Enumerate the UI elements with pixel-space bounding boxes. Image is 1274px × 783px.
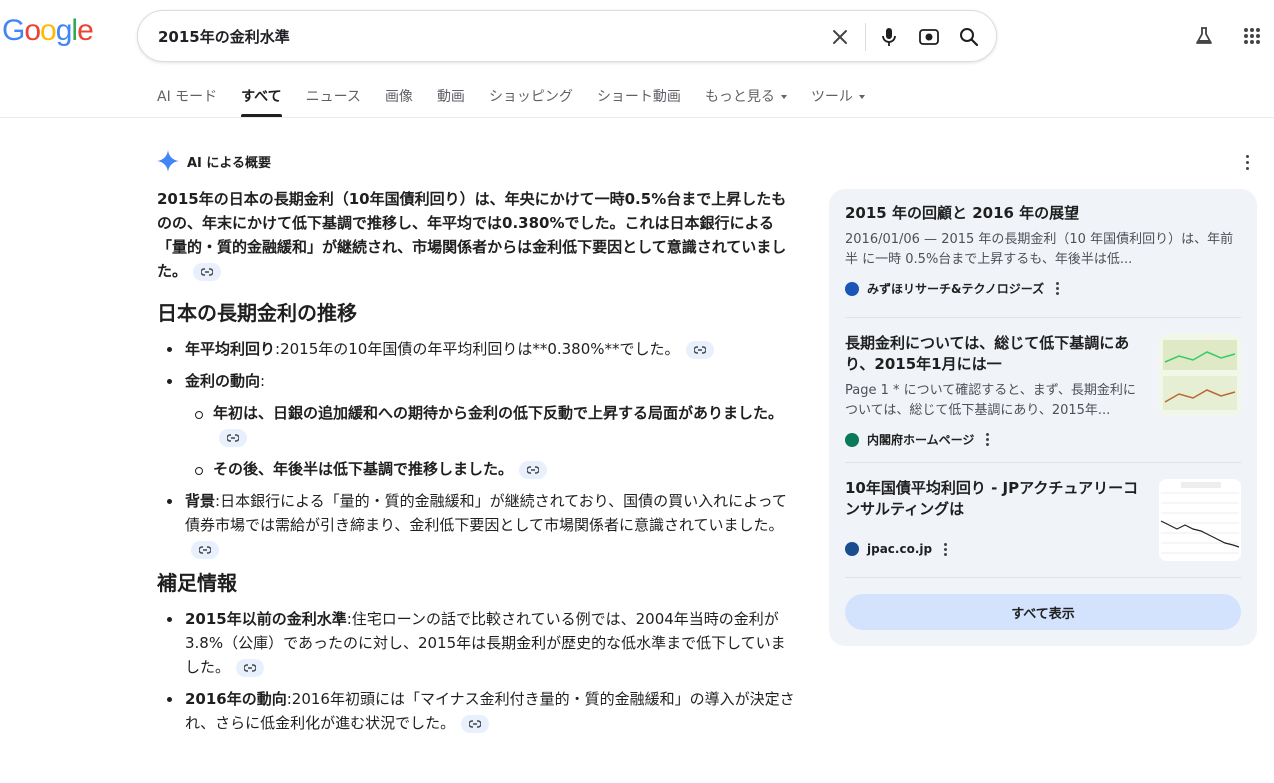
link-icon[interactable] [219,428,247,447]
section-heading: 日本の長期金利の推移 [157,301,357,325]
item-label: 2016年の動向 [185,690,287,708]
search-box[interactable]: 2015年の金利水準 [137,10,997,62]
sub-list-item: その後、年後半は低下基調で推移しました。 [185,457,797,481]
cabinet-office-favicon-icon [845,432,859,447]
section2-list: 2015年以前の金利水準:住宅ローンの話で比較されている例では、2004年当時の… [157,607,797,735]
tab-all[interactable]: すべて [241,86,283,117]
mizuho-favicon-icon [845,281,859,296]
source-site: 内閣府ホームページ [845,431,1145,448]
section-heading: 補足情報 [157,571,237,595]
card-divider [845,577,1241,578]
logo-letter: g [55,14,73,47]
tab-tools[interactable]: ツール [811,86,865,116]
link-icon[interactable] [461,714,490,733]
tab-news[interactable]: ニュース [306,86,361,116]
link-icon[interactable] [685,340,714,359]
tab-more-label: もっと見る [704,89,775,105]
source-title[interactable]: 2015 年の回顧と 2016 年の展望 [845,203,1241,224]
source-snippet: Page 1 * について確認すると、まず、長期金利については、総じて低下基調に… [845,383,1136,418]
tab-tools-label: ツール [810,89,853,105]
search-input[interactable]: 2015年の金利水準 [158,26,290,47]
source-card[interactable]: 長期金利については、総じて低下基調にあり、2015年1月には一 Page 1 *… [845,333,1145,448]
source-title[interactable]: 長期金利については、総じて低下基調にあり、2015年1月には一 [845,333,1145,375]
ai-overview-title: AI による概要 [187,155,272,171]
item-text: :日本銀行による「量的・質的金融緩和」が継続されており、国債の買い入れによって債… [185,492,787,534]
labs-flask-icon[interactable] [1190,22,1218,50]
show-all-button[interactable]: すべて表示 [845,594,1241,630]
source-thumbnail[interactable] [1159,334,1241,416]
source-site: みずほリサーチ&テクノロジーズ [845,280,1241,297]
source-site-name: みずほリサーチ&テクノロジーズ [867,282,1045,296]
card-divider [845,317,1241,318]
camera-search-icon[interactable] [916,24,942,50]
item-label: 2015年以前の金利水準 [185,610,347,628]
tab-images[interactable]: 画像 [385,86,413,116]
more-options-icon[interactable] [1240,153,1254,171]
more-options-icon[interactable] [986,433,990,446]
tab-more[interactable]: もっと見る [705,86,787,116]
sub-list-item: 年初は、日銀の追加緩和への期待から金利の低下反動で上昇する局面がありました。 [185,401,797,449]
source-site-name: 内閣府ホームページ [867,433,975,447]
source-card[interactable]: 2015 年の回顧と 2016 年の展望 2016/01/06 — 2015 年… [845,203,1241,297]
clear-icon[interactable] [827,24,853,50]
tabs-divider [0,117,1274,118]
card-divider [845,462,1241,463]
source-card[interactable]: 10年国債平均利回り - JPアクチュアリーコンサルティングは jpac.co.… [845,478,1145,556]
list-item: 金利の動向: 年初は、日銀の追加緩和への期待から金利の低下反動で上昇する局面があ… [157,369,797,481]
apps-grid-icon[interactable] [1238,22,1266,50]
item-label: 背景 [185,492,216,510]
gemini-sparkle-icon [157,150,179,172]
list-item: 背景:日本銀行による「量的・質的金融緩和」が継続されており、国債の買い入れによっ… [157,489,797,561]
source-thumbnail[interactable] [1159,479,1241,561]
google-logo[interactable]: Google [2,14,94,48]
more-options-icon[interactable] [944,542,948,556]
item-text: :2015年の10年国債の年平均利回りは**0.380%**でした。 [275,340,680,358]
item-label: 金利の動向 [185,372,261,390]
link-icon[interactable] [191,540,219,559]
link-icon[interactable] [193,262,222,281]
ai-intro-text: 2015年の日本の長期金利（10年国債利回り）は、年央にかけて一時0.5%台まで… [157,190,787,280]
item-text: その後、年後半は低下基調で推移しました。 [213,460,514,478]
item-label: 年平均利回り [185,340,276,358]
logo-letter: o [24,14,41,47]
item-text: : [260,372,266,390]
tab-videos[interactable]: 動画 [437,86,465,116]
section1-list: 年平均利回り:2015年の10年国債の年平均利回りは**0.380%**でした。… [157,337,797,561]
tab-short-videos[interactable]: ショート動画 [597,86,681,116]
source-site-name: jpac.co.jp [867,542,933,556]
sources-panel: 2015 年の回顧と 2016 年の展望 2016/01/06 — 2015 年… [829,189,1257,646]
ai-intro-paragraph: 2015年の日本の長期金利（10年国債利回り）は、年央にかけて一時0.5%台まで… [157,187,797,283]
item-text: 年初は、日銀の追加緩和への期待から金利の低下反動で上昇する局面がありました。 [213,404,784,422]
more-options-icon[interactable] [1056,282,1060,295]
ai-overview-header: AI による概要 [157,150,271,172]
chevron-down-icon [858,95,865,99]
tab-ai-mode[interactable]: AI モード [157,86,217,116]
microphone-icon[interactable] [876,24,902,50]
source-site: jpac.co.jp [845,542,1145,556]
jpac-favicon-icon [845,542,859,556]
search-divider [865,23,866,51]
source-snippet: 2016/01/06 — 2015 年の長期金利（10 年国債利回り）は、年前半… [845,232,1234,267]
ai-overview-body: 2015年の日本の長期金利（10年国債利回り）は、年央にかけて一時0.5%台まで… [157,187,797,743]
list-item: 2015年以前の金利水準:住宅ローンの話で比較されている例では、2004年当時の… [157,607,797,679]
search-tabs: AI モード すべて ニュース 画像 動画 ショッピング ショート動画 もっと見… [157,86,889,117]
tab-shopping[interactable]: ショッピング [489,86,573,116]
list-item: 2016年の動向:2016年初頭には「マイナス金利付き量的・質的金融緩和」の導入… [157,687,797,735]
search-icon[interactable] [956,24,982,50]
logo-letter: e [77,14,94,47]
link-icon[interactable] [236,658,265,677]
chevron-down-icon [780,95,787,99]
logo-letter: o [40,14,57,47]
list-item: 年平均利回り:2015年の10年国債の年平均利回りは**0.380%**でした。 [157,337,797,361]
link-icon[interactable] [519,460,548,479]
sub-list: 年初は、日銀の追加緩和への期待から金利の低下反動で上昇する局面がありました。 そ… [185,401,797,481]
source-title[interactable]: 10年国債平均利回り - JPアクチュアリーコンサルティングは [845,478,1145,520]
logo-letter: G [2,14,25,47]
